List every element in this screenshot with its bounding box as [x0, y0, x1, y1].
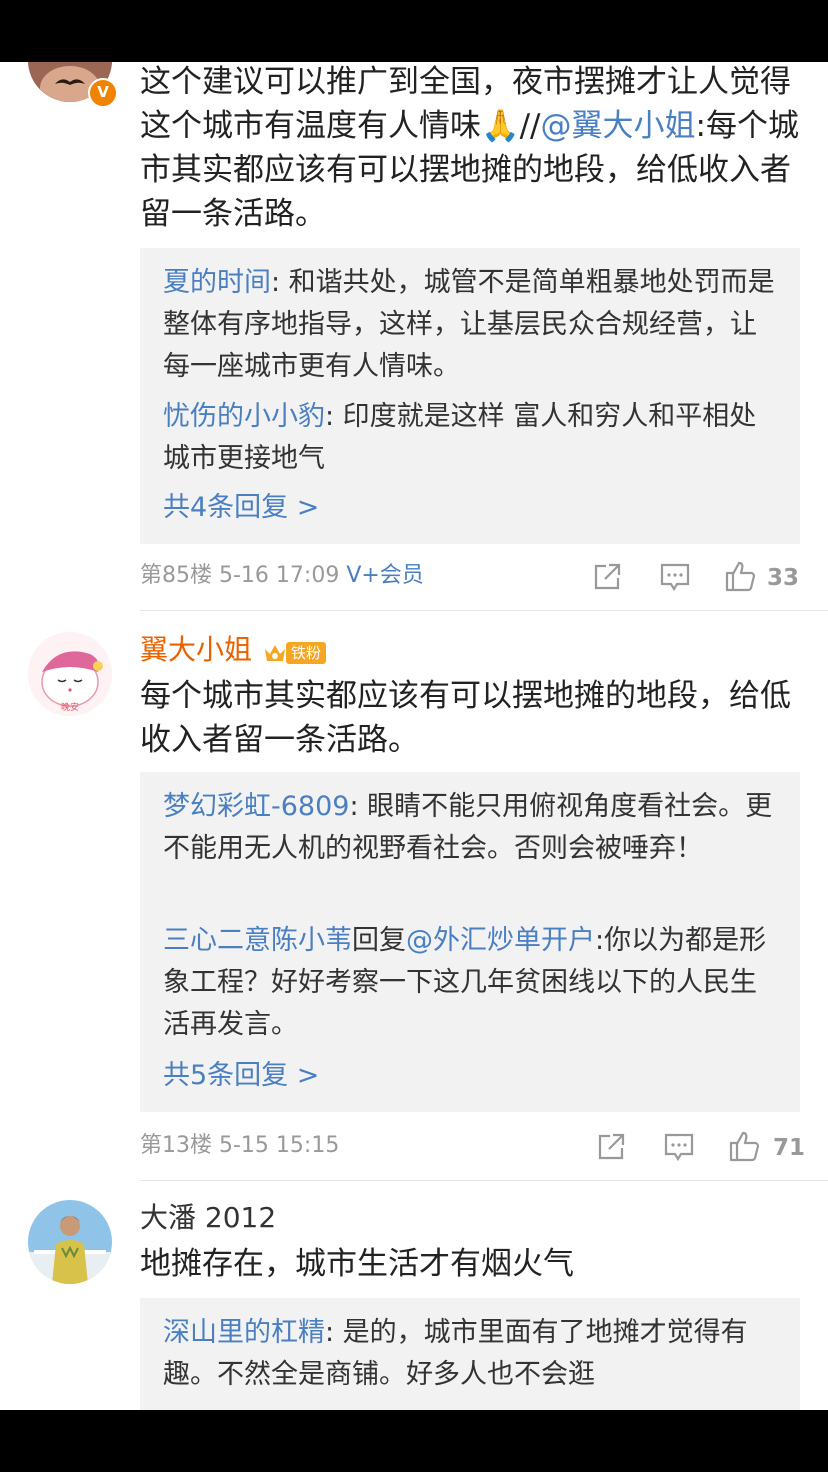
comment-text: 每个城市其实都应该有可以摆地摊的地段，给低收入者留一条活路。 — [140, 678, 791, 758]
comment-meta: 第13楼 5-15 15:15 — [140, 1130, 339, 1162]
mention-link[interactable]: @翼大小姐 — [541, 108, 696, 144]
like-icon[interactable] — [728, 1130, 762, 1162]
bottom-bar — [0, 1410, 828, 1472]
reply-verb: 回复 — [352, 925, 406, 956]
reply-username[interactable]: 深山里的杠精 — [163, 1317, 325, 1348]
comment-time: 5-15 15:15 — [219, 1133, 340, 1158]
reply-box: 深山里的杠精: 是的，城市里面有了地摊才觉得有趣。不然全是商铺。好多人也不会逛 — [140, 1298, 800, 1410]
svg-text:晚安: 晚安 — [61, 701, 79, 713]
share-icon[interactable] — [592, 562, 622, 592]
crown-icon — [265, 645, 285, 661]
reply-item[interactable]: 三心二意陈小苇回复@外汇炒单开户:你以为都是形象工程？好好考察一下这几年贫困线以… — [163, 920, 783, 1046]
more-replies-link[interactable]: 共5条回复 > — [163, 1056, 319, 1096]
reply-box: 夏的时间: 和谐共处，城管不是简单粗暴地处罚而是整体有序地指导，这样，让基层民众… — [140, 248, 800, 544]
floor-number: 第85楼 — [140, 563, 212, 588]
username[interactable]: 大潘 2012 — [140, 1198, 276, 1238]
comment-list[interactable]: V 这个建议可以推广到全国，夜市摆摊才让人觉得这个城市有温度有人情味🙏//@翼大… — [0, 62, 828, 1410]
comment-text: 这个建议可以推广到全国，夜市摆摊才让人觉得这个城市有温度有人情味🙏//@翼大小姐… — [140, 62, 804, 236]
more-replies-link[interactable]: 共4条回复 > — [163, 488, 319, 528]
floor-number: 第13楼 — [140, 1133, 212, 1158]
avatar-image: 晚安 — [28, 632, 112, 716]
reply-item[interactable]: 忧伤的小小豹: 印度就是这样 富人和穷人和平相处 城市更接地气 — [163, 396, 783, 480]
reply-username[interactable]: 梦幻彩虹-6809 — [163, 791, 349, 822]
avatar[interactable] — [28, 1200, 112, 1284]
divider — [140, 610, 828, 611]
comment-icon[interactable] — [659, 562, 691, 592]
like-icon[interactable] — [724, 560, 758, 592]
vip-badge[interactable]: V+会员 — [346, 563, 423, 588]
comment-meta: 第85楼 5-16 17:09 V+会员 — [140, 560, 424, 592]
fan-badge: 铁粉 — [262, 640, 327, 666]
avatar-image — [28, 1200, 112, 1284]
reply-username[interactable]: 忧伤的小小豹 — [163, 401, 325, 432]
comment-time: 5-16 17:09 — [219, 563, 340, 588]
verified-icon: V — [88, 78, 118, 108]
like-count: 71 — [773, 1135, 806, 1161]
share-icon[interactable] — [596, 1132, 626, 1162]
mention-link[interactable]: @外汇炒单开户 — [406, 925, 595, 956]
status-bar — [0, 0, 828, 62]
avatar[interactable]: 晚安 — [28, 632, 112, 716]
reply-item[interactable]: 梦幻彩虹-6809: 眼睛不能只用俯视角度看社会。更不能用无人机的视野看社会。否… — [163, 786, 783, 870]
reply-username[interactable]: 三心二意陈小苇 — [163, 925, 352, 956]
reply-item[interactable]: 夏的时间: 和谐共处，城管不是简单粗暴地处罚而是整体有序地指导，这样，让基层民众… — [163, 262, 783, 388]
reply-box: 梦幻彩虹-6809: 眼睛不能只用俯视角度看社会。更不能用无人机的视野看社会。否… — [140, 772, 800, 1112]
like-count: 33 — [767, 565, 800, 591]
username[interactable]: 翼大小姐 — [140, 630, 252, 670]
fan-badge-label: 铁粉 — [286, 642, 327, 664]
comment-text: 地摊存在，城市生活才有烟火气 — [140, 1246, 574, 1282]
comment-icon[interactable] — [663, 1132, 695, 1162]
reply-item[interactable]: 深山里的杠精: 是的，城市里面有了地摊才觉得有趣。不然全是商铺。好多人也不会逛 — [163, 1312, 783, 1396]
divider — [140, 1180, 828, 1181]
reply-username[interactable]: 夏的时间 — [163, 267, 271, 298]
